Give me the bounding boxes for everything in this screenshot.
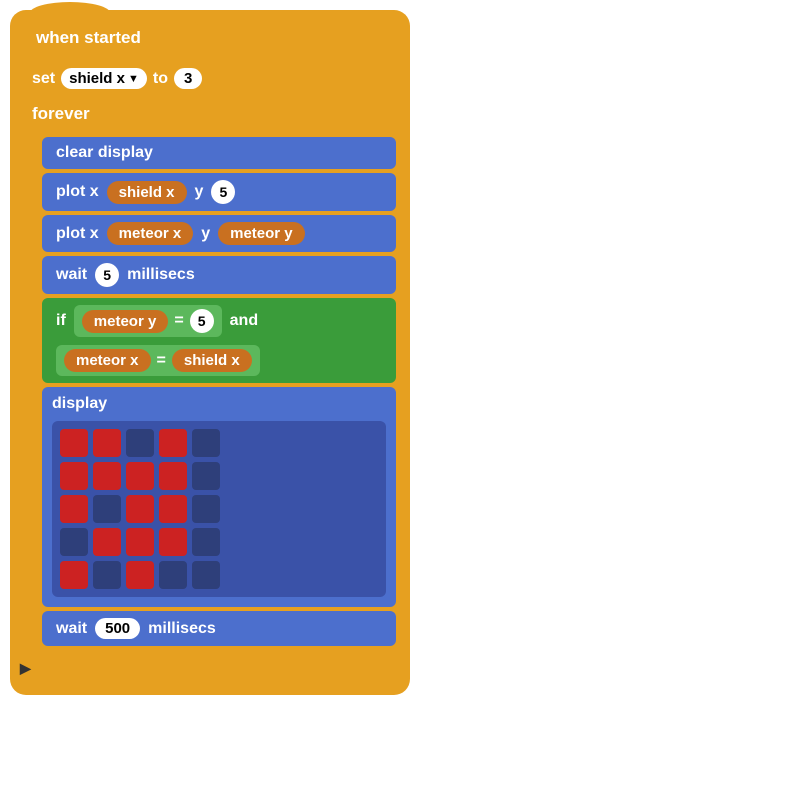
led-cell	[192, 561, 220, 589]
plot1-y: y	[195, 183, 204, 201]
wait1-prefix: wait	[56, 266, 87, 284]
plot2-var1[interactable]: meteor x	[107, 222, 194, 245]
led-cell	[126, 528, 154, 556]
led-cell	[126, 561, 154, 589]
wait1-suffix: millisecs	[127, 266, 195, 284]
led-cell	[192, 429, 220, 457]
display-label: display	[52, 395, 386, 413]
led-cell	[60, 528, 88, 556]
cond1-right[interactable]: 5	[190, 309, 214, 333]
led-cell	[60, 495, 88, 523]
if-block: if meteor y = 5 and meteor x = shield x	[42, 298, 396, 383]
plot1-block: plot x shield x y 5	[42, 173, 396, 211]
plot1-prefix: plot x	[56, 183, 99, 201]
plot2-y: y	[201, 225, 210, 243]
set-value[interactable]: 3	[174, 68, 202, 89]
bottom-arrow: ▶	[20, 660, 400, 677]
display-block: display	[42, 387, 396, 607]
led-cell	[159, 429, 187, 457]
plot2-var2[interactable]: meteor y	[218, 222, 305, 245]
led-cell	[60, 561, 88, 589]
led-cell	[60, 429, 88, 457]
led-cell	[192, 495, 220, 523]
inner-blocks: clear display plot x shield x y 5 plot x…	[20, 133, 400, 654]
cond2-right[interactable]: shield x	[172, 349, 252, 372]
set-prefix: set	[32, 70, 55, 88]
led-grid	[52, 421, 386, 597]
and-label: and	[230, 312, 258, 330]
plot1-val1[interactable]: 5	[211, 180, 235, 204]
forever-label: forever	[32, 104, 90, 123]
set-block: set shield x ▼ to 3	[20, 62, 400, 95]
main-container: when started set shield x ▼ to 3 forever…	[10, 10, 410, 695]
led-cell	[192, 528, 220, 556]
dropdown-arrow-icon: ▼	[128, 73, 139, 85]
led-cell	[192, 462, 220, 490]
led-cell	[93, 528, 121, 556]
led-cell	[159, 495, 187, 523]
wait2-value[interactable]: 500	[95, 618, 140, 639]
cond2-eq: =	[157, 352, 166, 370]
led-cell	[93, 561, 121, 589]
to-label: to	[153, 70, 168, 88]
condition1-group: meteor y = 5	[74, 305, 222, 337]
forever-block: forever	[20, 99, 102, 129]
led-cell	[93, 462, 121, 490]
hat-label: when started	[36, 28, 141, 47]
cond2-left[interactable]: meteor x	[64, 349, 151, 372]
hat-block: when started	[20, 20, 200, 58]
led-cell	[93, 429, 121, 457]
led-cell	[159, 528, 187, 556]
cond1-left[interactable]: meteor y	[82, 310, 169, 333]
clear-display-block: clear display	[42, 137, 396, 169]
wait1-value[interactable]: 5	[95, 263, 119, 287]
variable-label: shield x	[69, 70, 125, 87]
wait2-prefix: wait	[56, 620, 87, 638]
led-cell	[60, 462, 88, 490]
wait2-suffix: millisecs	[148, 620, 216, 638]
if-label: if	[56, 312, 66, 330]
led-cell	[93, 495, 121, 523]
led-cell	[159, 561, 187, 589]
plot2-prefix: plot x	[56, 225, 99, 243]
variable-dropdown[interactable]: shield x ▼	[61, 68, 147, 89]
plot1-var1[interactable]: shield x	[107, 181, 187, 204]
plot2-block: plot x meteor x y meteor y	[42, 215, 396, 252]
led-cell	[159, 462, 187, 490]
wait2-block: wait 500 millisecs	[42, 611, 396, 646]
condition2-group: meteor x = shield x	[56, 345, 260, 376]
led-cell	[126, 462, 154, 490]
clear-display-label: clear display	[56, 144, 153, 162]
led-cell	[126, 429, 154, 457]
wait1-block: wait 5 millisecs	[42, 256, 396, 294]
cond1-eq: =	[174, 312, 183, 330]
led-cell	[126, 495, 154, 523]
